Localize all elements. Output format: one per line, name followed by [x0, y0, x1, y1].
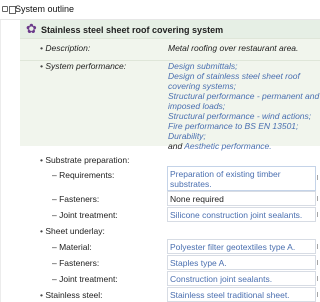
system-performance-label: • System performance:: [40, 61, 127, 71]
description-label: • Description:: [40, 43, 91, 53]
underlay-joint-label: – Joint treatment:: [52, 274, 118, 284]
link-structural-wind[interactable]: Structural performance - wind actions;: [168, 111, 311, 121]
description-value[interactable]: Metal roofing over restaurant area.: [168, 43, 298, 53]
requirements-value-1: Preparation of existing timber: [170, 169, 281, 179]
aesthetic-line: and Aesthetic performance.: [168, 141, 272, 151]
requirements-label: – Requirements:: [52, 170, 115, 180]
link-structural-permanent[interactable]: Structural performance - permanent and: [168, 91, 319, 101]
material-label: – Material:: [52, 242, 92, 252]
stainless-steel-label: • Stainless steel:: [40, 290, 103, 300]
collapse-icon[interactable]: [2, 6, 8, 12]
link-aesthetic[interactable]: Aesthetic performance.: [184, 141, 271, 151]
link-design-of-stainless-cont[interactable]: covering systems;: [168, 81, 236, 91]
link-design-of-stainless[interactable]: Design of stainless steel sheet roof: [168, 71, 300, 81]
left-guide-line: [0, 20, 1, 302]
underlay-fasteners-value: Staples type A.: [170, 258, 227, 268]
row-divider: [20, 38, 320, 39]
link-fire-performance[interactable]: Fire performance to BS EN 13501;: [168, 121, 298, 131]
link-design-submittals[interactable]: Design submittals;: [168, 61, 237, 71]
link-structural-permanent-cont[interactable]: imposed loads;: [168, 101, 225, 111]
joint-treatment-label: – Joint treatment:: [52, 210, 118, 220]
fasteners-label: – Fasteners:: [52, 194, 100, 204]
requirements-value-2: substrates.: [170, 179, 212, 189]
system-title: Stainless steel sheet roof covering syst…: [41, 25, 224, 35]
underlay-fasteners-label: – Fasteners:: [52, 258, 100, 268]
flower-icon: ✿: [26, 21, 37, 36]
substrate-preparation-label: • Substrate preparation:: [40, 155, 130, 165]
and-text: and: [168, 141, 185, 151]
stainless-steel-value: Stainless steel traditional sheet.: [170, 290, 290, 300]
section-title: System outline: [15, 4, 75, 14]
material-value: Polyester filter geotextiles type A.: [170, 242, 296, 252]
sheet-underlay-label: • Sheet underlay:: [40, 226, 105, 236]
fasteners-value: None required: [170, 194, 224, 204]
link-durability[interactable]: Durability;: [168, 131, 206, 141]
underlay-joint-value: Construction joint sealants.: [170, 274, 273, 284]
joint-treatment-value: Silicone construction joint sealants.: [170, 210, 303, 220]
